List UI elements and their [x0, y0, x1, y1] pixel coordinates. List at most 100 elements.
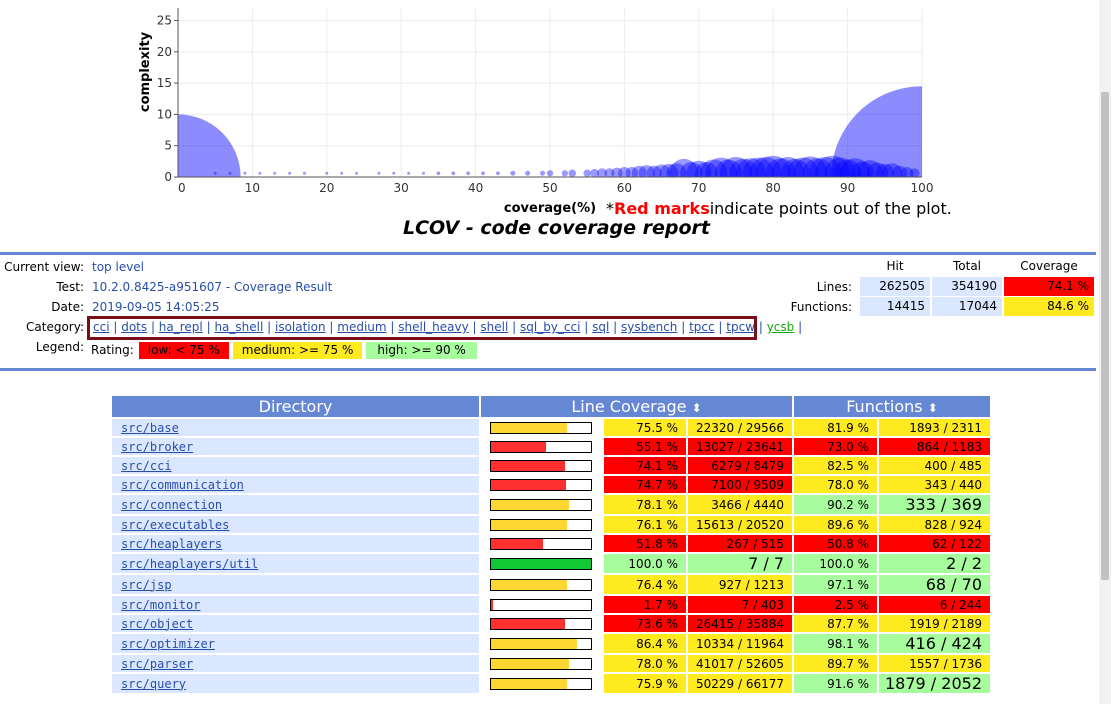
category-link-medium[interactable]: medium: [337, 320, 386, 334]
line-coverage-count: 50229 / 66177: [688, 674, 792, 695]
category-link-cci[interactable]: cci: [93, 320, 110, 334]
category-link-ha_shell[interactable]: ha_shell: [214, 320, 263, 334]
function-coverage-count: 6 / 244: [879, 596, 990, 615]
function-coverage-count: 864 / 1183: [879, 438, 990, 457]
function-coverage-pct: 87.7 %: [794, 615, 877, 634]
dir-link[interactable]: src/executables: [121, 518, 229, 532]
dir-link[interactable]: src/connection: [121, 498, 222, 512]
category-separator: |: [386, 320, 399, 334]
col-line-coverage-label: Line Coverage: [571, 397, 687, 416]
category-separator: |: [794, 320, 803, 334]
coverage-bar-cell: [481, 476, 602, 495]
function-coverage-count: 68 / 70: [879, 575, 990, 596]
dir-link[interactable]: src/base: [121, 421, 179, 435]
line-coverage-count: 6279 / 8479: [688, 457, 792, 476]
summary-lines-hit: 262505: [860, 277, 930, 296]
sort-icon[interactable]: ⬍: [692, 401, 702, 415]
coverage-bar: [490, 440, 592, 453]
dir-link[interactable]: src/jsp: [121, 578, 172, 592]
dir-link[interactable]: src/parser: [121, 657, 193, 671]
chart-point: [496, 171, 500, 176]
dir-link[interactable]: src/object: [121, 617, 193, 631]
function-coverage-count: 400 / 485: [879, 457, 990, 476]
scrollbar-thumb[interactable]: [1101, 92, 1109, 580]
line-coverage-pct: 86.4 %: [604, 634, 686, 655]
category-link-tpcc[interactable]: tpcc: [689, 320, 715, 334]
category-link-ha_repl[interactable]: ha_repl: [159, 320, 203, 334]
chart-point: [355, 171, 359, 175]
date-label: Date:: [51, 300, 84, 314]
plot-note-prefix: *: [606, 199, 614, 218]
line-coverage-pct: 76.1 %: [604, 516, 686, 535]
coverage-bar: [490, 598, 592, 611]
summary-col-hit: Hit: [886, 259, 904, 273]
rating-low-badge: low: < 75 %: [138, 342, 229, 359]
chart-point: [451, 171, 456, 176]
col-functions[interactable]: Functions ⬍: [794, 396, 990, 419]
dir-link[interactable]: src/heaplayers: [121, 537, 222, 551]
chart-point: [561, 170, 569, 177]
dir-link[interactable]: src/broker: [121, 440, 193, 454]
y-axis-label: complexity: [138, 31, 153, 112]
function-coverage-count: 1557 / 1736: [879, 655, 990, 674]
x-tick-label: 80: [766, 181, 781, 195]
category-separator: |: [468, 320, 481, 334]
x-tick-label: 90: [840, 181, 855, 195]
coverage-bar: [490, 478, 592, 491]
category-link-shell[interactable]: shell: [480, 320, 508, 334]
function-coverage-count: 1919 / 2189: [879, 615, 990, 634]
y-tick-label: 10: [157, 107, 172, 121]
category-separator: |: [609, 320, 621, 334]
function-coverage-count: 62 / 122: [879, 535, 990, 554]
x-tick-label: 70: [691, 181, 706, 195]
dir-link[interactable]: src/monitor: [121, 598, 200, 612]
summary-functions-label: Functions:: [790, 300, 852, 314]
x-tick-label: 0: [178, 181, 186, 195]
category-link-dots[interactable]: dots: [121, 320, 147, 334]
line-coverage-count: 10334 / 11964: [688, 634, 792, 655]
table-row: src/optimizer 86.4 % 10334 / 11964 98.1 % 41…: [112, 634, 990, 655]
category-link-sql_by_cci[interactable]: sql_by_cci: [520, 320, 580, 334]
category-separator: |: [755, 320, 767, 334]
current-view-link[interactable]: top level: [92, 260, 144, 274]
category-link-shell_heavy[interactable]: shell_heavy: [398, 320, 468, 334]
category-link-ycsb[interactable]: ycsb: [767, 320, 795, 334]
dir-cell: src/cci: [112, 457, 479, 476]
vertical-scrollbar[interactable]: [1099, 0, 1111, 704]
chart-point: [243, 171, 247, 175]
coverage-bar-cell: [481, 438, 602, 457]
dir-link[interactable]: src/query: [121, 677, 186, 691]
category-link-isolation[interactable]: isolation: [275, 320, 326, 334]
chart-point: [273, 171, 277, 175]
rating-legend: Rating: low: < 75 % medium: >= 75 % high…: [91, 342, 477, 359]
rating-medium-badge: medium: >= 75 %: [232, 342, 363, 359]
x-tick-label: 100: [911, 181, 934, 195]
category-link-sysbench[interactable]: sysbench: [621, 320, 677, 334]
dir-link[interactable]: src/cci: [121, 459, 172, 473]
dir-link[interactable]: src/optimizer: [121, 637, 215, 651]
chart-point: [258, 171, 262, 175]
col-directory[interactable]: Directory: [112, 396, 479, 419]
category-link-tpcw[interactable]: tpcw: [726, 320, 755, 334]
x-tick-label: 20: [319, 181, 334, 195]
dir-cell: src/parser: [112, 655, 479, 674]
sort-icon[interactable]: ⬍: [928, 401, 938, 415]
chart-point: [510, 170, 516, 176]
chart-point: [540, 170, 546, 176]
category-link-sql[interactable]: sql: [592, 320, 609, 334]
col-line-coverage[interactable]: Line Coverage ⬍: [481, 396, 792, 419]
chart-point: [583, 169, 591, 177]
function-coverage-pct: 73.0 %: [794, 438, 877, 457]
dir-link[interactable]: src/communication: [121, 478, 244, 492]
x-tick-label: 40: [468, 181, 483, 195]
function-coverage-count: 343 / 440: [879, 476, 990, 495]
category-separator: |: [109, 320, 122, 334]
line-coverage-count: 267 / 515: [688, 535, 792, 554]
category-label: Category:: [26, 320, 84, 334]
test-value: 10.2.0.8425-a951607 - Coverage Result: [92, 280, 333, 294]
function-coverage-pct: 89.6 %: [794, 516, 877, 535]
function-coverage-count: 333 / 369: [879, 495, 990, 516]
chart-point: [213, 171, 217, 175]
dir-link[interactable]: src/heaplayers/util: [121, 557, 258, 571]
function-coverage-pct: 91.6 %: [794, 674, 877, 695]
